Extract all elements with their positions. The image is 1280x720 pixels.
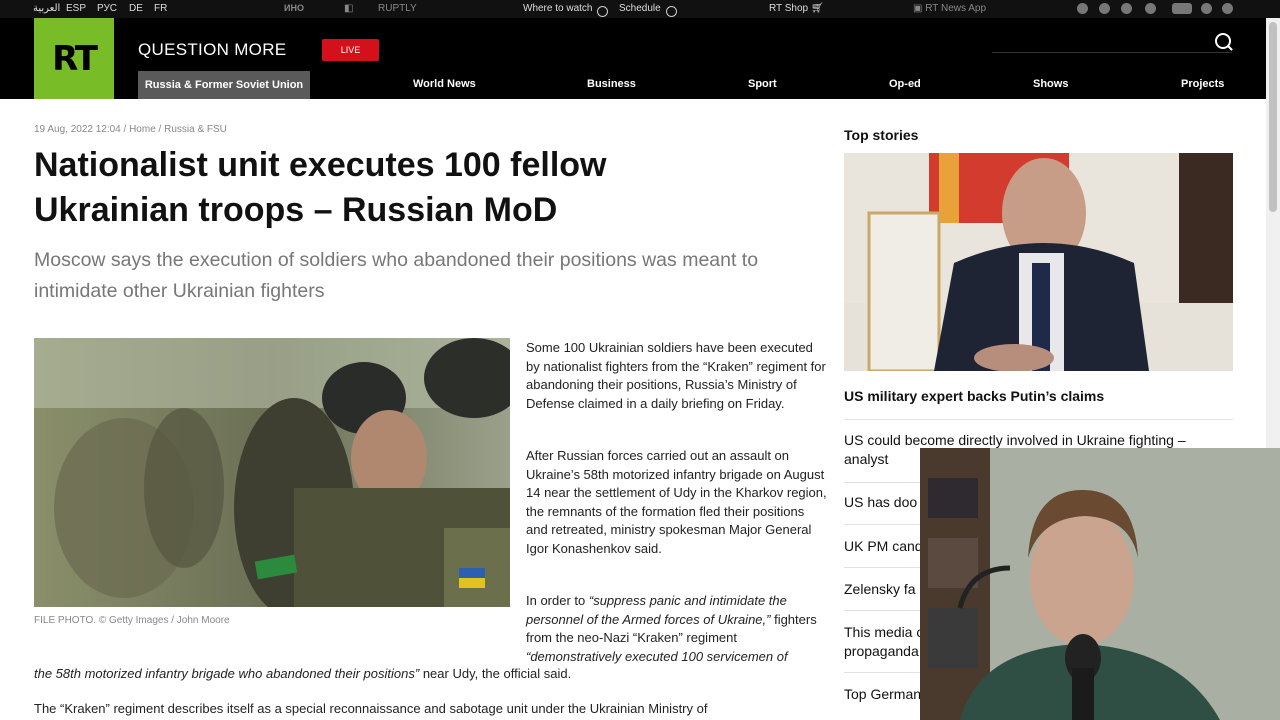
article-headline: Nationalist unit executes 100 fellow Ukr… [34,143,814,233]
partner-ino-link[interactable]: ИНО [284,3,304,13]
vk-icon[interactable] [1145,3,1156,14]
nav-business[interactable]: Business [587,78,636,90]
divider [844,419,1233,420]
headline-line-1: Nationalist unit executes 100 fellow [34,146,607,184]
paragraph-3-cont: the 58th motorized infantry brigade who … [34,665,571,684]
clock-icon [665,6,677,17]
nav-sport[interactable]: Sport [748,78,777,90]
rt-logo[interactable]: RT [34,18,114,99]
logo-text: RT [52,38,98,79]
search-icon[interactable] [1215,33,1231,49]
partner-ruptly-link[interactable]: RUPTLY [378,3,417,14]
article-photo [34,338,510,607]
paragraph-4: The “Kraken” regiment describes itself a… [34,701,708,716]
where-to-watch-label: Where to watch [523,3,593,14]
paragraph-3: In order to “suppress panic and intimida… [526,592,826,666]
lang-esp[interactable]: ESP [66,3,86,14]
photo-caption: FILE PHOTO. © Getty Images / John Moore [34,615,230,626]
live-button[interactable]: LIVE [322,39,379,61]
nav-shows[interactable]: Shows [1033,78,1068,90]
utility-bar: العربية ESP РУС DE FR ИНО ◧ RUPTLY Where… [0,0,1280,18]
where-to-watch-link[interactable]: Where to watch [523,3,609,17]
article-summary: Moscow says the execution of soldiers wh… [34,249,759,302]
gab-icon[interactable] [1172,3,1192,14]
lang-de[interactable]: DE [129,3,143,14]
facebook-icon[interactable] [1201,3,1212,14]
p3-quote-2-cont: the 58th motorized infantry brigade who … [34,666,420,681]
top-story-lead-link[interactable]: US military expert backs Putin’s claims [844,388,1104,404]
p3-quote-2: “demonstratively executed 100 servicemen… [526,648,788,664]
site-header: RT QUESTION MORE LIVE Russia & Former So… [0,18,1266,99]
webcam-overlay [920,448,1280,720]
top-story-photo[interactable] [844,153,1233,371]
paragraph-1: Some 100 Ukrainian soldiers have been ex… [526,340,826,411]
telegram-icon[interactable] [1077,3,1088,14]
top-story-item[interactable]: This media c propaganda [844,623,924,661]
lang-fr[interactable]: FR [154,3,167,14]
cart-icon: 🛒︎ [810,3,824,14]
twitter-icon[interactable] [1121,3,1132,14]
p3-text-a: In order to [526,593,589,608]
top-stories-title: Top stories [844,127,919,143]
shop-label: RT Shop [769,3,809,14]
app-label: RT News App [925,3,987,14]
headline-line-2: Ukrainian troops – Russian MoD [34,191,558,229]
tagline: QUESTION MORE [138,40,287,59]
schedule-link[interactable]: Schedule [619,3,677,17]
rss-icon[interactable] [1099,3,1110,14]
nav-op-ed[interactable]: Op-ed [889,78,921,90]
nav-russia-fsu[interactable]: Russia & Former Soviet Union [138,71,310,99]
nav-world-news[interactable]: World News [413,78,476,90]
shop-link[interactable]: RT Shop 🛒︎ [769,3,824,14]
lang-arabic[interactable]: العربية [33,3,60,14]
article-meta: 19 Aug, 2022 12:04 / Home / Russia & FSU [34,124,227,135]
lang-rus[interactable]: РУС [97,3,117,14]
app-icon: ▣ [913,3,923,14]
scrollbar-thumb[interactable] [1269,22,1277,212]
odnoklassniki-icon[interactable] [1222,3,1233,14]
p3-end: near Udy, the official said. [419,666,572,681]
search-input[interactable] [992,52,1232,53]
play-icon [597,6,609,17]
nav-projects[interactable]: Projects [1181,78,1224,90]
partner-logo-icon[interactable]: ◧ [344,3,353,14]
app-link[interactable]: ▣ RT News App [913,3,986,14]
schedule-label: Schedule [619,3,661,14]
paragraph-2: After Russian forces carried out an assa… [526,448,827,556]
